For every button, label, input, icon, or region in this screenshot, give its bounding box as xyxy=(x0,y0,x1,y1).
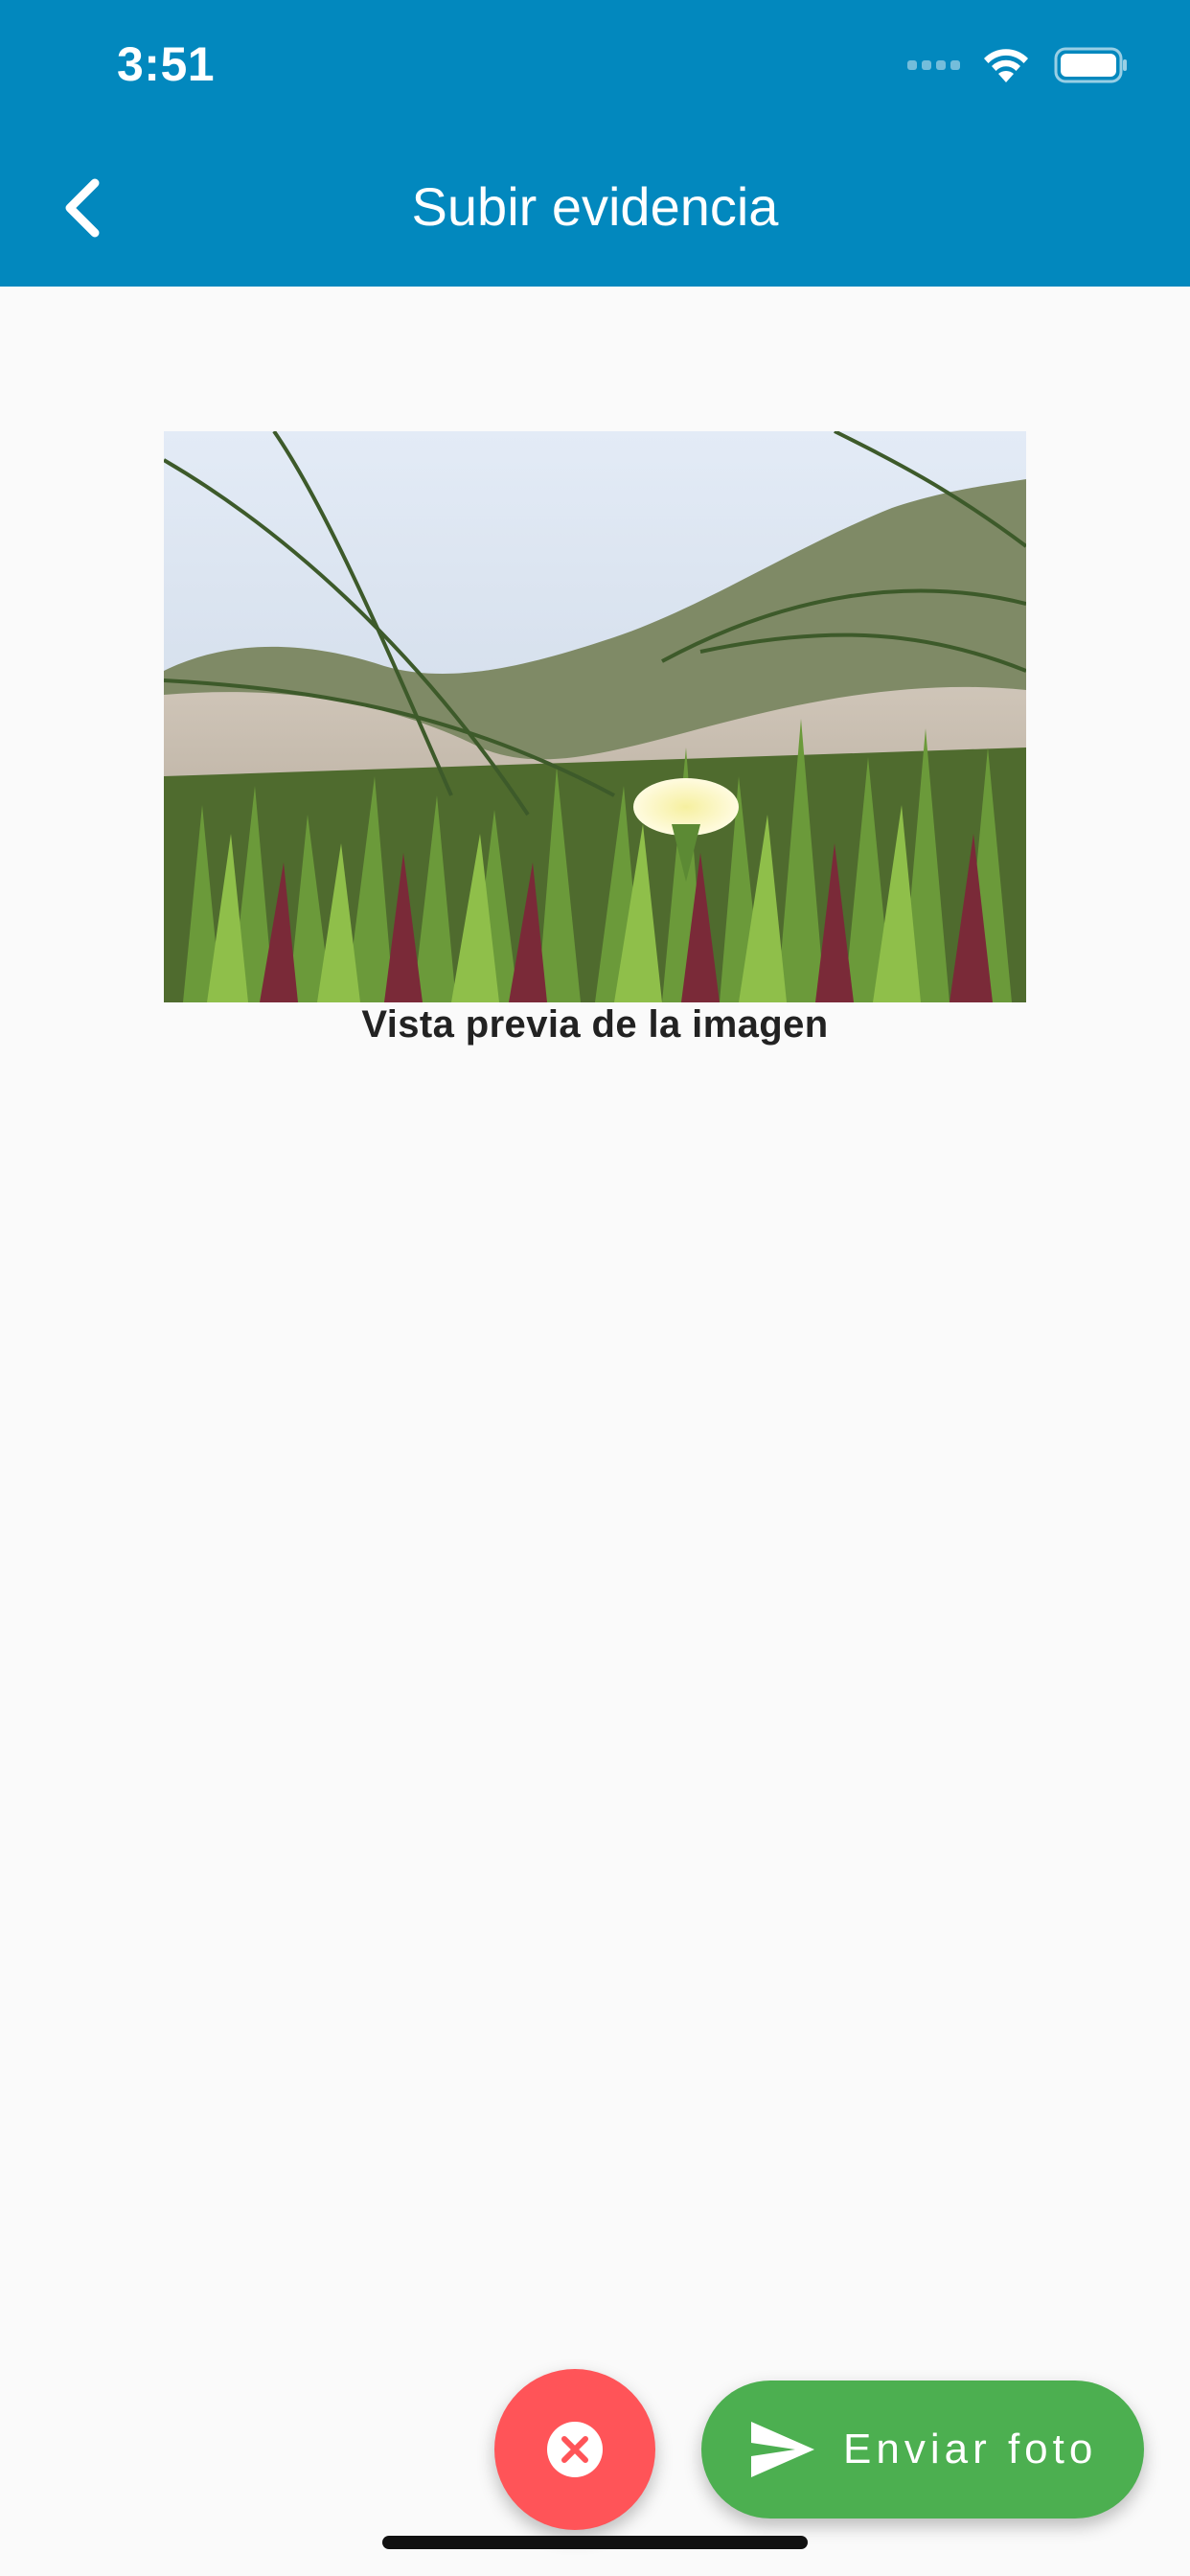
preview-image xyxy=(164,431,1026,1002)
preview-caption: Vista previa de la imagen xyxy=(361,1003,829,1046)
app-bar: 3:51 Subir evidencia xyxy=(0,0,1190,287)
home-indicator xyxy=(382,2536,808,2549)
signal-icon xyxy=(907,60,960,70)
send-photo-label: Enviar foto xyxy=(843,2426,1098,2472)
status-time: 3:51 xyxy=(117,37,216,91)
wifi-icon xyxy=(984,49,1028,82)
status-icons xyxy=(907,44,1129,86)
plant-photo xyxy=(164,431,1026,1002)
cancel-button[interactable] xyxy=(494,2369,655,2530)
page-title: Subir evidencia xyxy=(411,176,779,237)
battery-icon xyxy=(1054,47,1127,83)
send-icon xyxy=(751,2422,814,2477)
send-photo-button[interactable]: Enviar foto xyxy=(701,2380,1144,2518)
close-circle-icon xyxy=(547,2422,603,2477)
